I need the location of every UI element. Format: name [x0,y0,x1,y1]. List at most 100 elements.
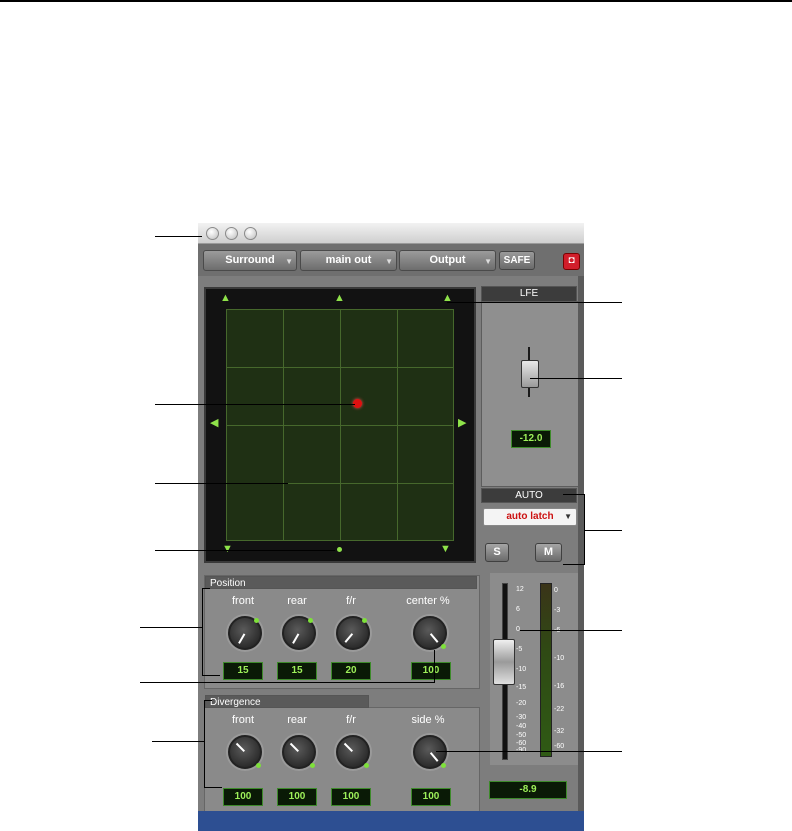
window-bottom-bar [198,811,584,831]
position-front-knob[interactable] [228,616,262,650]
callout-bracket [204,700,205,788]
grid-line [226,540,454,541]
callout-bracket [204,787,222,788]
divergence-front-knob[interactable] [228,735,262,769]
main-fader-area: 12 6 0 -5 -10 -15 -20 -30 -40 -50 -60 -9… [490,573,578,765]
window-titlebar [198,223,584,244]
position-title: Position [205,576,477,589]
position-center-value[interactable]: 100 [411,662,451,680]
knob-pointer [238,633,246,644]
meter-scale-tick: -32 [554,728,565,735]
divergence-fr-knob[interactable] [336,735,370,769]
close-window-button[interactable] [206,227,219,240]
lfe-panel: -12.0 [481,301,579,487]
automation-mode-label: auto latch [506,511,554,522]
mute-button[interactable]: M [535,543,562,562]
knob-pointer [289,742,299,752]
automation-mode-dropdown[interactable]: auto latch ▼ [483,508,577,526]
callout-line [140,682,435,683]
auto-title: AUTO [481,488,577,503]
callout-line [520,630,622,631]
knob-label: center % [406,595,450,607]
callout-line [155,404,355,405]
divergence-title: Divergence [205,695,369,708]
knob-indicator [362,618,367,623]
grid-line [226,367,454,368]
callout-line [140,627,202,628]
output-type-label: Output [429,254,466,266]
lfe-fader-handle[interactable] [521,360,539,388]
position-rear-knob[interactable] [282,616,316,650]
knob-label: front [231,595,254,607]
surround-format-dropdown[interactable]: Surround ▼ [203,250,297,271]
knob-indicator [254,618,259,623]
knob-pointer [344,633,354,643]
main-volume-readout[interactable]: -8.9 [489,781,567,799]
solo-button[interactable]: S [485,543,509,562]
knob-label: f/r [346,595,356,607]
position-panel: Position front rear f/r center % 15 15 2… [204,575,480,689]
zoom-window-button[interactable] [244,227,257,240]
callout-bracket [563,564,585,565]
level-meter [540,583,552,757]
panner-grid[interactable] [226,309,454,541]
speaker-center-front-icon: ▲ [334,292,345,304]
callout-line [152,741,204,742]
fader-scale-tick: 12 [516,586,524,593]
knob-indicator [310,763,315,768]
page-top-rule [0,0,792,2]
rear-position-indicator [337,547,342,552]
knob-label: rear [287,595,307,607]
speaker-left-front-icon: ▲ [220,292,231,304]
knob-label: side % [411,714,445,726]
divergence-rear-knob[interactable] [282,735,316,769]
position-fr-value[interactable]: 20 [331,662,371,680]
output-path-dropdown[interactable]: main out ▼ [300,250,397,271]
dropdown-arrow-icon: ▼ [285,257,293,266]
callout-bracket [202,675,220,676]
output-type-dropdown[interactable]: Output ▼ [399,250,496,271]
knob-indicator [441,644,446,649]
grid-line [226,309,454,310]
lfe-level-readout[interactable]: -12.0 [511,430,551,448]
fader-scale-tick: -5 [516,646,523,653]
dropdown-arrow-icon: ▼ [385,257,393,266]
callout-line [530,378,622,379]
callout-bracket [563,494,585,495]
divergence-rear-value[interactable]: 100 [277,788,317,806]
knob-pointer [429,752,439,762]
callout-line [585,530,622,531]
divergence-front-value[interactable]: 100 [223,788,263,806]
speaker-right-rear-icon: ▼ [440,543,451,555]
knob-label: front [231,714,254,726]
callout-line [155,483,288,484]
meter-scale-tick: -22 [554,706,565,713]
main-fader-handle[interactable] [493,639,515,685]
fader-scale-tick: -20 [516,700,527,707]
position-front-value[interactable]: 15 [223,662,263,680]
panner-grid-area[interactable]: ▲ ▲ ▲ ◀ ▶ ▼ ▼ [204,287,476,563]
knob-pointer [343,742,353,752]
callout-line [436,751,622,752]
grid-line [226,425,454,426]
speaker-left-side-icon: ◀ [210,417,219,429]
meter-scale-tick: -3 [554,607,561,614]
divergence-side-value[interactable]: 100 [411,788,451,806]
knob-label: rear [287,714,307,726]
minimize-window-button[interactable] [225,227,238,240]
fader-scale-tick: -10 [516,666,527,673]
callout-bracket [204,700,212,701]
knob-indicator [308,618,313,623]
position-rear-value[interactable]: 15 [277,662,317,680]
position-center-knob[interactable] [413,616,447,650]
fader-scale-tick: -30 [516,714,527,721]
speaker-right-side-icon: ▶ [458,417,467,429]
safe-button[interactable]: SAFE [499,251,535,270]
surround-format-label: Surround [225,254,275,266]
fader-scale-tick: -60 [516,740,527,747]
position-fr-knob[interactable] [336,616,370,650]
divergence-fr-value[interactable]: 100 [331,788,371,806]
meter-scale-tick: -60 [554,743,565,750]
divergence-side-knob[interactable] [413,735,447,769]
output-toggle-icon[interactable]: ◘ [563,253,580,270]
